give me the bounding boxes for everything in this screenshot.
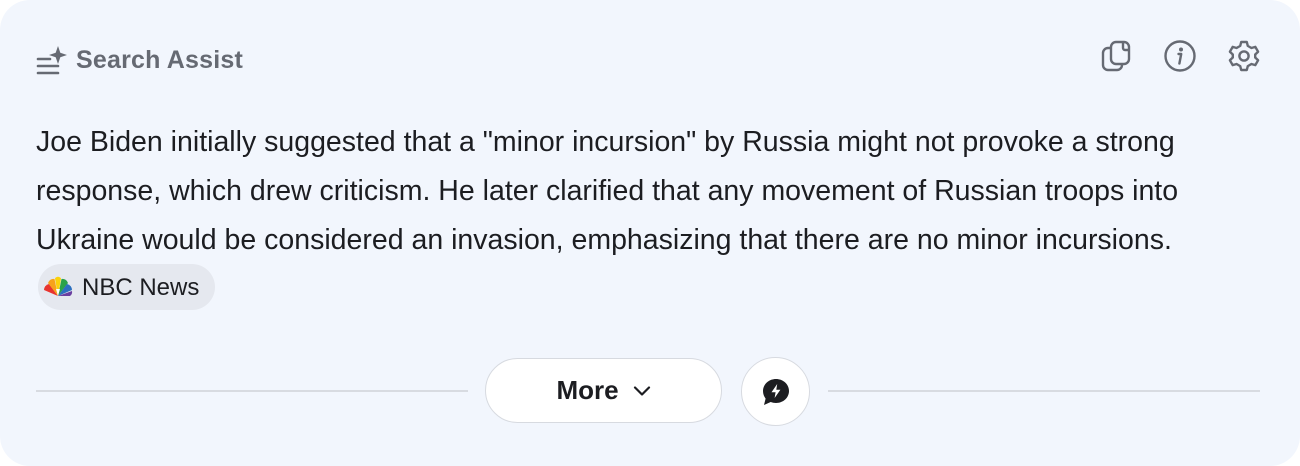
sparkle-list-icon [36, 45, 70, 75]
answer-text: Joe Biden initially suggested that a "mi… [36, 118, 1266, 314]
search-assist-panel: Search Assist Joe Biden initially sugges… [0, 0, 1300, 466]
chat-bubble-icon [762, 378, 789, 405]
source-chip-nbc-news[interactable]: NBC News [38, 264, 216, 311]
info-icon[interactable] [1162, 38, 1198, 74]
copy-icon[interactable] [1098, 38, 1134, 74]
divider-left [36, 390, 468, 392]
source-label: NBC News [82, 273, 200, 301]
more-button-label: More [556, 375, 619, 405]
answer-body: Joe Biden initially suggested that a "mi… [36, 126, 1179, 256]
chevron-down-icon [633, 385, 650, 396]
settings-icon[interactable] [1226, 38, 1262, 74]
nbc-peacock-icon [43, 277, 73, 297]
panel-title: Search Assist [76, 45, 244, 74]
chat-button[interactable] [741, 357, 810, 426]
divider-right [828, 390, 1260, 392]
panel-header: Search Assist [36, 40, 243, 80]
more-button[interactable]: More [485, 358, 722, 423]
panel-toolbar [1098, 38, 1262, 74]
